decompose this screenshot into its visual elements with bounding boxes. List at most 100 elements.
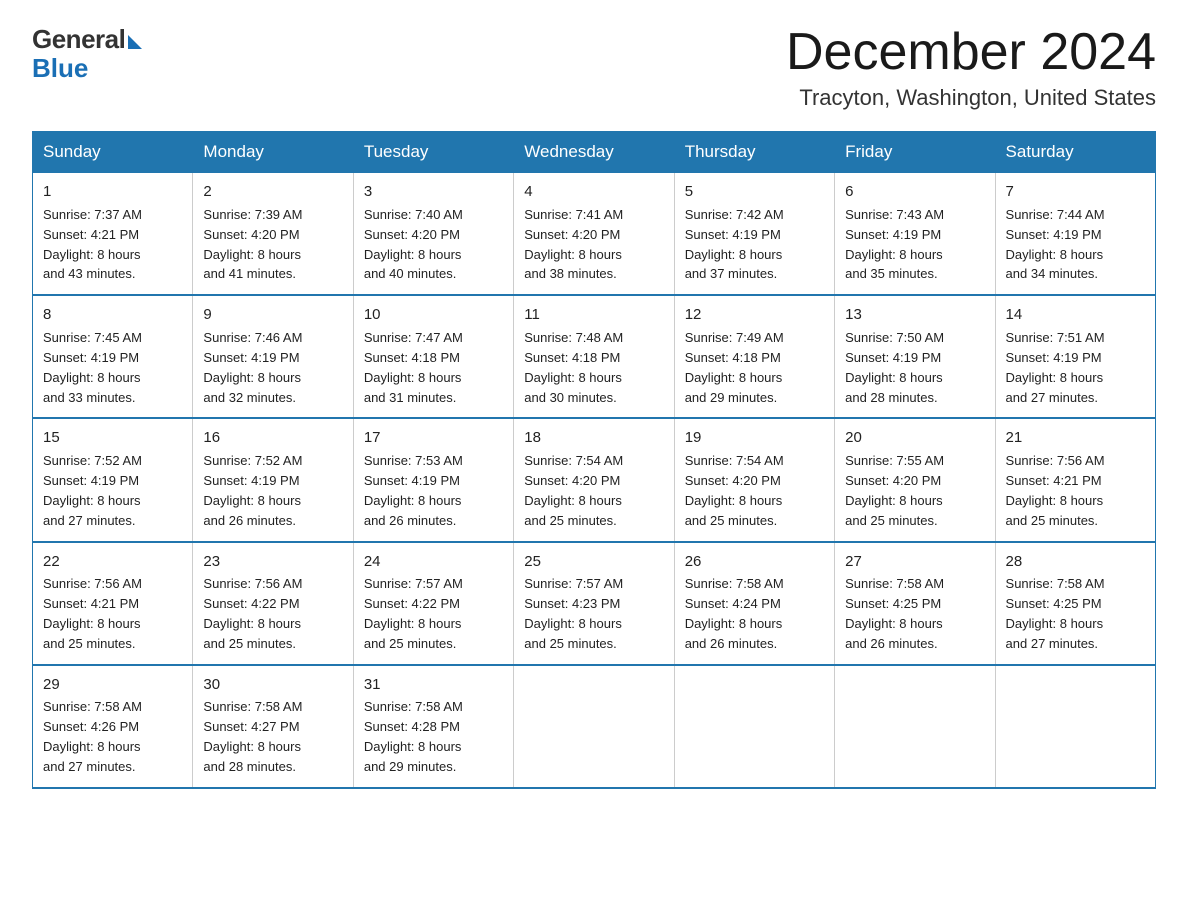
calendar-week-row: 29 Sunrise: 7:58 AMSunset: 4:26 PMDayligh… bbox=[33, 665, 1156, 788]
calendar-cell: 21 Sunrise: 7:56 AMSunset: 4:21 PMDayligh… bbox=[995, 418, 1155, 541]
col-header-thursday: Thursday bbox=[674, 132, 834, 173]
calendar-cell: 11 Sunrise: 7:48 AMSunset: 4:18 PMDayligh… bbox=[514, 295, 674, 418]
day-number: 7 bbox=[1006, 181, 1145, 203]
day-number: 3 bbox=[364, 181, 503, 203]
col-header-monday: Monday bbox=[193, 132, 353, 173]
day-number: 27 bbox=[845, 551, 984, 573]
calendar-cell: 5 Sunrise: 7:42 AMSunset: 4:19 PMDaylight… bbox=[674, 173, 834, 296]
calendar-cell: 12Sunrise: 7:49 AMSunset: 4:18 PMDayligh… bbox=[674, 295, 834, 418]
logo-triangle-icon bbox=[128, 35, 142, 49]
calendar-week-row: 22 Sunrise: 7:56 AMSunset: 4:21 PMDayligh… bbox=[33, 542, 1156, 665]
day-number: 23 bbox=[203, 551, 342, 573]
day-number: 26 bbox=[685, 551, 824, 573]
calendar-cell: 10Sunrise: 7:47 AMSunset: 4:18 PMDayligh… bbox=[353, 295, 513, 418]
day-number: 15 bbox=[43, 427, 182, 449]
day-info: Sunrise: 7:43 AMSunset: 4:19 PMDaylight:… bbox=[845, 207, 944, 282]
calendar-cell bbox=[995, 665, 1155, 788]
calendar-cell bbox=[674, 665, 834, 788]
day-info: Sunrise: 7:57 AMSunset: 4:23 PMDaylight:… bbox=[524, 576, 623, 651]
calendar-cell: 23 Sunrise: 7:56 AMSunset: 4:22 PMDayligh… bbox=[193, 542, 353, 665]
calendar-cell bbox=[835, 665, 995, 788]
day-info: Sunrise: 7:41 AMSunset: 4:20 PMDaylight:… bbox=[524, 207, 623, 282]
day-number: 2 bbox=[203, 181, 342, 203]
day-info: Sunrise: 7:58 AMSunset: 4:26 PMDaylight:… bbox=[43, 699, 142, 774]
day-number: 8 bbox=[43, 304, 182, 326]
day-info: Sunrise: 7:57 AMSunset: 4:22 PMDaylight:… bbox=[364, 576, 463, 651]
month-title: December 2024 bbox=[786, 24, 1156, 81]
calendar-cell: 24 Sunrise: 7:57 AMSunset: 4:22 PMDayligh… bbox=[353, 542, 513, 665]
logo-blue-text: Blue bbox=[32, 53, 88, 84]
calendar-cell: 22 Sunrise: 7:56 AMSunset: 4:21 PMDayligh… bbox=[33, 542, 193, 665]
day-info: Sunrise: 7:58 AMSunset: 4:24 PMDaylight:… bbox=[685, 576, 784, 651]
calendar-cell: 3Sunrise: 7:40 AMSunset: 4:20 PMDaylight… bbox=[353, 173, 513, 296]
calendar-cell: 17 Sunrise: 7:53 AMSunset: 4:19 PMDayligh… bbox=[353, 418, 513, 541]
day-info: Sunrise: 7:55 AMSunset: 4:20 PMDaylight:… bbox=[845, 453, 944, 528]
day-info: Sunrise: 7:56 AMSunset: 4:22 PMDaylight:… bbox=[203, 576, 302, 651]
calendar-cell: 27 Sunrise: 7:58 AMSunset: 4:25 PMDayligh… bbox=[835, 542, 995, 665]
calendar-cell: 6 Sunrise: 7:43 AMSunset: 4:19 PMDaylight… bbox=[835, 173, 995, 296]
day-number: 4 bbox=[524, 181, 663, 203]
calendar-cell: 14 Sunrise: 7:51 AMSunset: 4:19 PMDayligh… bbox=[995, 295, 1155, 418]
calendar-cell: 25 Sunrise: 7:57 AMSunset: 4:23 PMDayligh… bbox=[514, 542, 674, 665]
day-info: Sunrise: 7:54 AMSunset: 4:20 PMDaylight:… bbox=[524, 453, 623, 528]
col-header-wednesday: Wednesday bbox=[514, 132, 674, 173]
day-number: 20 bbox=[845, 427, 984, 449]
day-info: Sunrise: 7:54 AMSunset: 4:20 PMDaylight:… bbox=[685, 453, 784, 528]
day-number: 18 bbox=[524, 427, 663, 449]
day-number: 12 bbox=[685, 304, 824, 326]
calendar-cell: 31Sunrise: 7:58 AMSunset: 4:28 PMDayligh… bbox=[353, 665, 513, 788]
calendar-cell: 7 Sunrise: 7:44 AMSunset: 4:19 PMDaylight… bbox=[995, 173, 1155, 296]
calendar-week-row: 1 Sunrise: 7:37 AMSunset: 4:21 PMDaylight… bbox=[33, 173, 1156, 296]
day-info: Sunrise: 7:45 AMSunset: 4:19 PMDaylight:… bbox=[43, 330, 142, 405]
day-info: Sunrise: 7:52 AMSunset: 4:19 PMDaylight:… bbox=[43, 453, 142, 528]
calendar-cell: 9 Sunrise: 7:46 AMSunset: 4:19 PMDaylight… bbox=[193, 295, 353, 418]
day-number: 28 bbox=[1006, 551, 1145, 573]
day-info: Sunrise: 7:37 AMSunset: 4:21 PMDaylight:… bbox=[43, 207, 142, 282]
day-number: 24 bbox=[364, 551, 503, 573]
col-header-sunday: Sunday bbox=[33, 132, 193, 173]
day-number: 17 bbox=[364, 427, 503, 449]
day-number: 10 bbox=[364, 304, 503, 326]
day-info: Sunrise: 7:50 AMSunset: 4:19 PMDaylight:… bbox=[845, 330, 944, 405]
day-info: Sunrise: 7:42 AMSunset: 4:19 PMDaylight:… bbox=[685, 207, 784, 282]
day-number: 22 bbox=[43, 551, 182, 573]
calendar-week-row: 8 Sunrise: 7:45 AMSunset: 4:19 PMDaylight… bbox=[33, 295, 1156, 418]
calendar-cell: 26 Sunrise: 7:58 AMSunset: 4:24 PMDayligh… bbox=[674, 542, 834, 665]
day-info: Sunrise: 7:48 AMSunset: 4:18 PMDaylight:… bbox=[524, 330, 623, 405]
day-number: 16 bbox=[203, 427, 342, 449]
day-number: 6 bbox=[845, 181, 984, 203]
day-number: 1 bbox=[43, 181, 182, 203]
day-info: Sunrise: 7:39 AMSunset: 4:20 PMDaylight:… bbox=[203, 207, 302, 282]
day-number: 11 bbox=[524, 304, 663, 326]
calendar-cell: 15 Sunrise: 7:52 AMSunset: 4:19 PMDayligh… bbox=[33, 418, 193, 541]
calendar-table: SundayMondayTuesdayWednesdayThursdayFrid… bbox=[32, 131, 1156, 789]
day-number: 21 bbox=[1006, 427, 1145, 449]
day-info: Sunrise: 7:46 AMSunset: 4:19 PMDaylight:… bbox=[203, 330, 302, 405]
day-info: Sunrise: 7:58 AMSunset: 4:28 PMDaylight:… bbox=[364, 699, 463, 774]
day-info: Sunrise: 7:58 AMSunset: 4:25 PMDaylight:… bbox=[845, 576, 944, 651]
location-title: Tracyton, Washington, United States bbox=[786, 85, 1156, 111]
calendar-cell: 2 Sunrise: 7:39 AMSunset: 4:20 PMDaylight… bbox=[193, 173, 353, 296]
calendar-cell: 18 Sunrise: 7:54 AMSunset: 4:20 PMDayligh… bbox=[514, 418, 674, 541]
logo-general-text: General bbox=[32, 24, 125, 55]
day-info: Sunrise: 7:44 AMSunset: 4:19 PMDaylight:… bbox=[1006, 207, 1105, 282]
day-number: 29 bbox=[43, 674, 182, 696]
day-number: 5 bbox=[685, 181, 824, 203]
calendar-cell: 20 Sunrise: 7:55 AMSunset: 4:20 PMDayligh… bbox=[835, 418, 995, 541]
calendar-cell: 29 Sunrise: 7:58 AMSunset: 4:26 PMDayligh… bbox=[33, 665, 193, 788]
day-info: Sunrise: 7:56 AMSunset: 4:21 PMDaylight:… bbox=[1006, 453, 1105, 528]
day-info: Sunrise: 7:53 AMSunset: 4:19 PMDaylight:… bbox=[364, 453, 463, 528]
calendar-cell: 16Sunrise: 7:52 AMSunset: 4:19 PMDayligh… bbox=[193, 418, 353, 541]
calendar-cell: 1 Sunrise: 7:37 AMSunset: 4:21 PMDaylight… bbox=[33, 173, 193, 296]
day-info: Sunrise: 7:58 AMSunset: 4:27 PMDaylight:… bbox=[203, 699, 302, 774]
day-info: Sunrise: 7:56 AMSunset: 4:21 PMDaylight:… bbox=[43, 576, 142, 651]
day-number: 9 bbox=[203, 304, 342, 326]
calendar-cell: 19Sunrise: 7:54 AMSunset: 4:20 PMDayligh… bbox=[674, 418, 834, 541]
day-info: Sunrise: 7:51 AMSunset: 4:19 PMDaylight:… bbox=[1006, 330, 1105, 405]
day-number: 13 bbox=[845, 304, 984, 326]
day-number: 14 bbox=[1006, 304, 1145, 326]
col-header-friday: Friday bbox=[835, 132, 995, 173]
day-number: 25 bbox=[524, 551, 663, 573]
col-header-tuesday: Tuesday bbox=[353, 132, 513, 173]
day-number: 30 bbox=[203, 674, 342, 696]
